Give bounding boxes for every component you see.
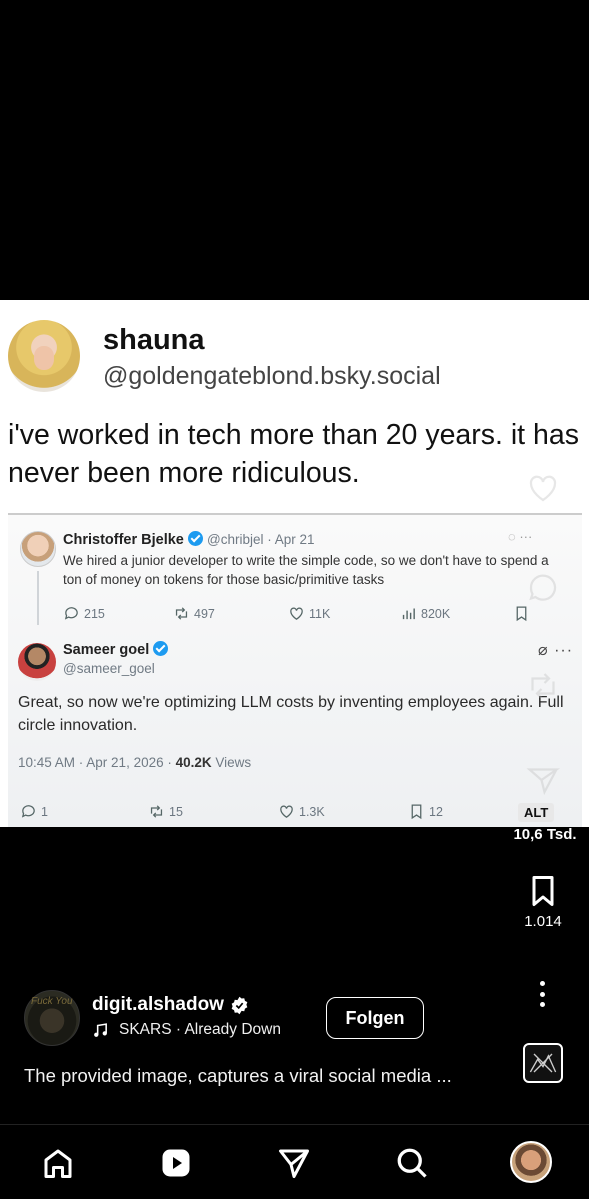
original-bookmark <box>513 605 530 622</box>
original-tweet-avatar <box>20 531 56 567</box>
comment-button[interactable] <box>515 570 571 606</box>
repost-icon <box>531 673 555 699</box>
bookmark-icon <box>532 876 554 906</box>
bsky-author-name: shauna <box>103 324 205 356</box>
repost-icon <box>175 607 188 620</box>
music-note-icon <box>94 1022 107 1037</box>
bookmark-icon <box>411 804 422 820</box>
audio-cover-icon <box>529 1053 557 1073</box>
likes-count: 10,6 Tsd. <box>513 826 577 843</box>
original-likes: 11K <box>288 605 330 622</box>
verified-badge-icon <box>187 531 203 546</box>
search-icon <box>397 1148 427 1178</box>
music-info[interactable]: SKARS · Already Down <box>92 1021 281 1039</box>
original-reposts: 497 <box>173 605 215 622</box>
reply-tweet-author: Sameer goel <box>63 641 169 658</box>
reply-tweet-meta: 10:45 AM · Apr 21, 2026 · 40.2K Views <box>18 755 252 770</box>
heart-icon <box>280 805 293 818</box>
verified-badge-icon <box>231 996 248 1014</box>
nav-search[interactable] <box>392 1143 432 1183</box>
original-tweet-meta: @chribjel · Apr 21 <box>207 532 315 547</box>
home-icon <box>44 1149 72 1178</box>
reply-tweet-text: Great, so now we're optimizing LLM costs… <box>18 694 564 734</box>
nav-reels[interactable] <box>156 1143 196 1183</box>
like-button[interactable] <box>515 470 571 506</box>
author-avatar[interactable]: Fuck You <box>24 990 80 1046</box>
bookmark-icon <box>516 606 527 622</box>
music-title[interactable]: SKARS · Already Down <box>119 1021 281 1039</box>
post-image: shauna @goldengateblond.bsky.social i've… <box>0 300 589 827</box>
grok-icon: ◌ ··· <box>508 529 533 544</box>
comment-icon <box>529 574 557 601</box>
original-replies: 215 <box>63 605 105 622</box>
repost-button[interactable] <box>515 668 571 704</box>
nav-home[interactable] <box>38 1143 78 1183</box>
save-button[interactable]: 1.014 <box>515 873 571 930</box>
post-caption[interactable]: The provided image, captures a viral soc… <box>24 1065 452 1087</box>
bsky-post-text: i've worked in tech more than 20 years. … <box>8 419 579 489</box>
follow-button[interactable]: Folgen <box>326 997 424 1039</box>
audio-thumbnail[interactable] <box>523 1043 563 1083</box>
original-tweet-author: Christoffer Bjelke <box>63 531 203 548</box>
nav-messages[interactable] <box>274 1143 314 1183</box>
comment-icon <box>21 805 35 818</box>
bsky-author-handle: @goldengateblond.bsky.social <box>103 362 441 390</box>
heart-icon <box>529 475 557 502</box>
original-tweet-text: We hired a junior developer to write the… <box>63 553 549 587</box>
alt-text-badge[interactable]: ALT <box>518 803 555 822</box>
bottom-navigation <box>0 1124 589 1199</box>
quoted-tweet-screenshot: Christoffer Bjelke @chribjel · Apr 21 ◌ … <box>8 513 582 827</box>
heart-icon <box>290 607 303 620</box>
comment-icon <box>64 607 78 620</box>
reply-tweet-avatar <box>18 643 56 681</box>
author-username[interactable]: digit.alshadow <box>92 994 224 1016</box>
reply-bookmarks: 12 <box>408 803 443 820</box>
original-views: 820K <box>400 605 450 622</box>
reply-tweet-handle: @sameer_goel <box>63 661 155 676</box>
share-icon <box>526 768 561 796</box>
reply-reposts: 15 <box>148 803 183 820</box>
author-name[interactable]: digit.alshadow <box>92 994 249 1016</box>
bsky-author-avatar <box>8 320 80 392</box>
nav-profile-avatar[interactable] <box>510 1141 552 1183</box>
reply-replies: 1 <box>20 803 48 820</box>
thread-line <box>37 571 39 625</box>
send-icon <box>279 1149 309 1178</box>
share-button[interactable] <box>515 762 571 798</box>
repost-icon <box>150 805 163 818</box>
more-options-button[interactable] <box>528 978 556 1010</box>
saves-count: 1.014 <box>524 913 562 930</box>
views-icon <box>402 608 415 620</box>
reply-likes: 1.3K <box>278 803 325 820</box>
reels-icon <box>162 1149 190 1177</box>
verified-badge-icon <box>153 641 169 656</box>
more-icon: ⌀ ··· <box>538 642 574 659</box>
